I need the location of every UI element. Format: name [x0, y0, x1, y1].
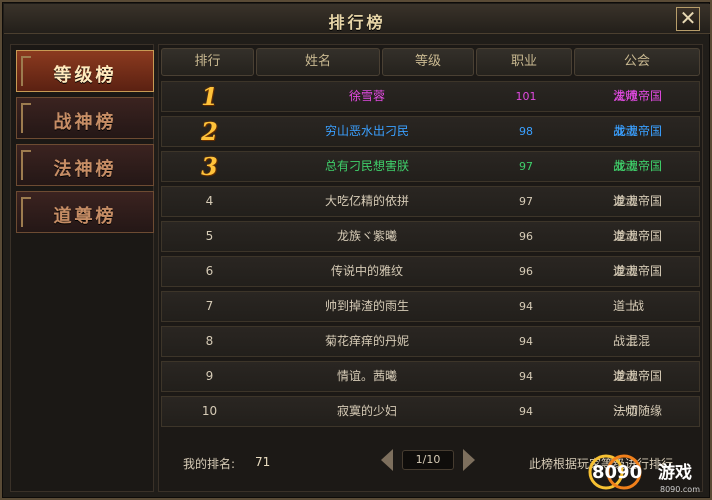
- player-name: 传说中的雅纹: [330, 264, 403, 278]
- sidebar: 等级榜 战神榜 法神榜 道尊榜: [10, 44, 154, 492]
- player-guild: 龙魂帝国: [613, 369, 662, 383]
- tab-warrior-ranking[interactable]: 战神榜: [16, 97, 154, 139]
- next-page-button[interactable]: [463, 449, 475, 471]
- player-name: 寂寞的少妇: [336, 404, 397, 418]
- header-level[interactable]: 等级: [382, 48, 474, 76]
- table-row[interactable]: 5 龙族ヾ紫曦 96 道士 龙魂帝国: [161, 221, 700, 252]
- table-row[interactable]: 9 情谊。茜曦 94 道士 龙魂帝国: [161, 361, 700, 392]
- title-bar: 排行榜 ✕: [4, 4, 710, 34]
- rank-cell: 7: [205, 299, 214, 313]
- table-row[interactable]: 10 寂寞的少妇 94 法师 一切随缘: [161, 396, 700, 427]
- player-name: 龙族ヾ紫曦: [336, 229, 397, 243]
- header-rank[interactable]: 排行: [161, 48, 254, 76]
- player-guild: 龙魂帝国: [613, 124, 662, 138]
- tab-label: 战神榜: [53, 112, 117, 133]
- tab-label: 道尊榜: [53, 206, 117, 227]
- player-level: 101: [515, 90, 537, 103]
- table-row[interactable]: 3 总有刁民想害朕 97 战士 龙魂帝国: [161, 151, 700, 182]
- header-job[interactable]: 职业: [476, 48, 572, 76]
- logo-text: 游戏: [658, 462, 692, 483]
- table-row[interactable]: 6 传说中的雅纹 96 道士 龙魂帝国: [161, 256, 700, 287]
- tab-mage-ranking[interactable]: 法神榜: [16, 144, 154, 186]
- player-name: 情谊。茜曦: [336, 369, 397, 383]
- table-row[interactable]: 2 穷山恶水出刁民 98 战士 龙魂帝国: [161, 116, 700, 147]
- player-level: 94: [519, 405, 533, 418]
- player-name: 大吃亿精的依拼: [324, 194, 409, 208]
- window-title: 排行榜: [328, 13, 386, 32]
- player-level: 94: [519, 300, 533, 313]
- logo-number: 8090: [592, 462, 642, 483]
- header-name[interactable]: 姓名: [256, 48, 380, 76]
- rank-cell: 8: [205, 334, 214, 348]
- player-guild: 混混: [625, 334, 650, 348]
- table-header: 排行 姓名 等级 职业 公会: [161, 48, 700, 76]
- player-level: 97: [519, 160, 533, 173]
- player-level: 96: [519, 265, 533, 278]
- rank-cell: 9: [205, 369, 214, 383]
- leaderboard-window: 排行榜 ✕ 等级榜 战神榜 法神榜 道尊榜 排行 姓名 等级 职业 公会 1 徐雪…: [0, 0, 712, 500]
- player-level: 98: [519, 125, 533, 138]
- player-guild: 龙魂帝国: [613, 89, 662, 103]
- player-name: 穷山恶水出刁民: [324, 124, 409, 138]
- player-name: 菊花痒痒的丹妮: [324, 334, 409, 348]
- player-name: 帅到掉渣的雨生: [324, 299, 409, 313]
- player-name: 徐雪蓉: [348, 89, 385, 103]
- player-guild: 龙魂帝国: [613, 264, 662, 278]
- table-row[interactable]: 4 大吃亿精的依拼 97 道士 龙魂帝国: [161, 186, 700, 217]
- tab-label: 等级榜: [53, 65, 117, 86]
- player-level: 94: [519, 370, 533, 383]
- logo-sub: 8090.com: [660, 485, 700, 494]
- rank-cell: 6: [205, 264, 214, 278]
- tab-taoist-ranking[interactable]: 道尊榜: [16, 191, 154, 233]
- player-guild: 龙魂帝国: [613, 229, 662, 243]
- player-name: 总有刁民想害朕: [324, 159, 409, 173]
- page-indicator: 1/10: [402, 450, 454, 470]
- rank-cell: 2: [201, 117, 218, 146]
- player-level: 94: [519, 335, 533, 348]
- site-logo: 8090 游戏 8090.com: [588, 454, 700, 494]
- tab-label: 法神榜: [53, 159, 117, 180]
- close-button[interactable]: ✕: [676, 7, 700, 31]
- player-guild: 龙魂帝国: [613, 194, 662, 208]
- table-row[interactable]: 7 帅到掉渣的雨生 94 道士战: [161, 291, 700, 322]
- player-guild: 战: [631, 299, 644, 313]
- header-guild[interactable]: 公会: [574, 48, 700, 76]
- my-rank-label: 我的排名:: [183, 457, 236, 471]
- prev-page-button[interactable]: [381, 449, 393, 471]
- rank-cell: 10: [201, 404, 218, 418]
- rank-cell: 5: [205, 229, 214, 243]
- table-row[interactable]: 1 徐雪蓉 101 法师 龙魂帝国: [161, 81, 700, 112]
- rank-cell: 4: [205, 194, 214, 208]
- my-rank-value: 71: [255, 455, 271, 469]
- player-level: 96: [519, 230, 533, 243]
- player-guild: 一切随缘: [613, 404, 662, 418]
- rank-cell: 3: [201, 152, 218, 181]
- player-guild: 龙魂帝国: [613, 159, 662, 173]
- ranking-panel: 排行 姓名 等级 职业 公会 1 徐雪蓉 101 法师 龙魂帝国 2 穷山恶水出刁民 98 战士…: [158, 44, 703, 492]
- tab-level-ranking[interactable]: 等级榜: [16, 50, 154, 92]
- rank-cell: 1: [201, 82, 218, 111]
- player-level: 97: [519, 195, 533, 208]
- table-row[interactable]: 8 菊花痒痒的丹妮 94 战士 混混: [161, 326, 700, 357]
